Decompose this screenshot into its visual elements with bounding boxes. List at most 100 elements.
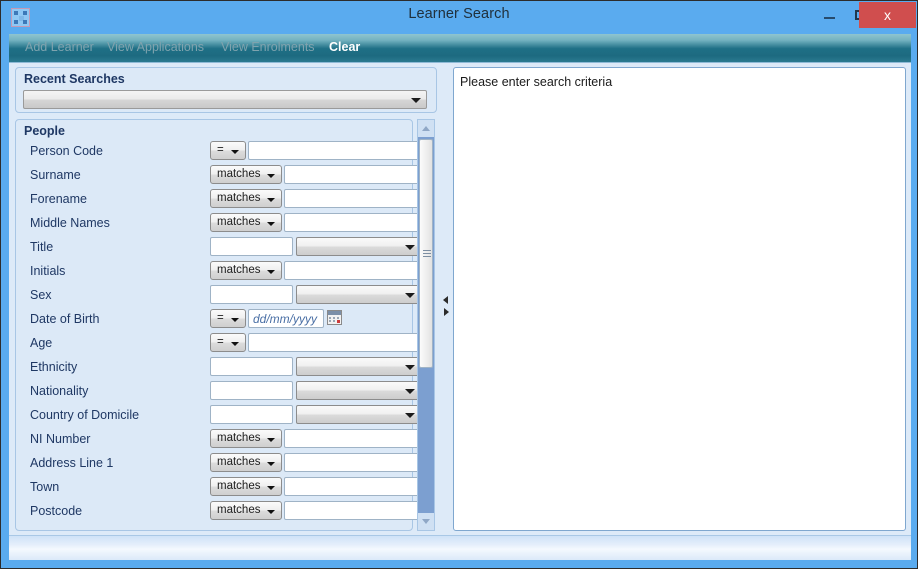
operator-select-postcode[interactable]: matches [210,501,282,520]
field-row-nationality: Nationality [16,380,421,404]
search-criteria-panel: Recent Searches People Person Code = Surna… [15,67,437,531]
results-message: Please enter search criteria [460,75,613,89]
chevron-down-icon [405,412,415,418]
operator-label-forename: matches [217,192,261,204]
chevron-down-icon [267,462,275,466]
field-input-surname[interactable] [284,165,421,184]
toolbar-item-clear[interactable]: Clear [329,40,360,54]
scrollbar-thumb[interactable] [419,139,433,368]
operator-label-person-code: = [217,144,224,156]
operator-select-ni-number[interactable]: matches [210,429,282,448]
chevron-down-icon [422,519,430,524]
toolbar-item-view-applications: View Applications [107,40,205,54]
main-toolbar: Add Learner View Applications View Enrolme… [9,34,911,63]
lookup-combo-country-of-domicile[interactable] [296,405,421,424]
field-row-age: Age = [16,332,421,356]
field-label-age: Age [30,336,53,350]
chevron-up-icon [422,126,430,131]
operator-label-date-of-birth: = [217,312,224,324]
lookup-combo-nationality[interactable] [296,381,421,400]
operator-label-ni-number: matches [217,432,261,444]
criteria-scrollbar[interactable] [417,119,435,531]
chevron-down-icon [267,510,275,514]
operator-select-age[interactable]: = [210,333,246,352]
minimize-button[interactable] [813,2,845,28]
field-label-forename: Forename [30,192,87,206]
field-input-initials[interactable] [284,261,421,280]
chevron-down-icon [405,388,415,394]
learner-search-window: Learner Search x Add Learner View Applica… [0,0,918,569]
field-input-date-of-birth[interactable]: dd/mm/yyyy [248,309,324,328]
close-button[interactable]: x [859,2,916,28]
field-label-address-line-1: Address Line 1 [30,456,114,470]
calendar-icon[interactable] [327,310,342,325]
field-row-country-of-domicile: Country of Domicile [16,404,421,428]
calendar-today-marker [337,320,340,323]
lookup-combo-ethnicity[interactable] [296,357,421,376]
recent-searches-combo[interactable] [23,90,427,109]
field-input-ethnicity[interactable] [210,357,293,376]
operator-select-address-line-1[interactable]: matches [210,453,282,472]
calendar-dot [333,320,335,322]
field-input-sex[interactable] [210,285,293,304]
scroll-up-button[interactable] [418,120,434,137]
operator-label-middle-names: matches [217,216,261,228]
scroll-down-button[interactable] [418,513,434,530]
field-input-ni-number[interactable] [284,429,421,448]
operator-select-forename[interactable]: matches [210,189,282,208]
field-label-sex: Sex [30,288,52,302]
lookup-combo-sex[interactable] [296,285,421,304]
operator-select-initials[interactable]: matches [210,261,282,280]
window-title: Learner Search [408,6,510,22]
chevron-down-icon [405,364,415,370]
operator-select-town[interactable]: matches [210,477,282,496]
search-results-panel[interactable]: Please enter search criteria [453,67,906,531]
field-input-nationality[interactable] [210,381,293,400]
field-input-town[interactable] [284,477,421,496]
panel-splitter[interactable] [441,67,451,531]
recent-searches-title: Recent Searches [24,72,125,86]
field-label-postcode: Postcode [30,504,83,518]
calendar-dot [337,317,339,319]
field-input-middle-names[interactable] [284,213,421,232]
field-input-postcode[interactable] [284,501,421,520]
field-input-forename[interactable] [284,189,421,208]
field-input-address-line-1[interactable] [284,453,421,472]
operator-select-date-of-birth[interactable]: = [210,309,246,328]
field-input-person-code[interactable] [248,141,421,160]
status-bar [9,535,911,560]
lookup-combo-title[interactable] [296,237,421,256]
operator-select-surname[interactable]: matches [210,165,282,184]
field-label-date-of-birth: Date of Birth [30,312,100,326]
toolbar-item-view-enrolments: View Enrolments [221,40,315,54]
field-label-middle-names: Middle Names [30,216,110,230]
chevron-right-icon [444,308,449,316]
operator-select-middle-names[interactable]: matches [210,213,282,232]
chevron-left-icon [443,296,448,304]
title-bar: Learner Search x [1,1,917,34]
toolbar-item-add-learner: Add Learner [25,40,94,54]
chevron-down-icon [267,198,275,202]
field-row-middle-names: Middle Names matches [16,212,421,236]
field-label-initials: Initials [30,264,66,278]
operator-select-person-code[interactable]: = [210,141,246,160]
field-label-town: Town [30,480,60,494]
chevron-down-icon [231,150,239,154]
client-area: Recent Searches People Person Code = Surna… [9,63,911,535]
field-row-ethnicity: Ethnicity [16,356,421,380]
splitter-collapse-arrows[interactable] [443,296,450,318]
field-label-title: Title [30,240,54,254]
chevron-down-icon [267,174,275,178]
field-input-age[interactable] [248,333,421,352]
operator-label-address-line-1: matches [217,456,261,468]
field-input-country-of-domicile[interactable] [210,405,293,424]
field-input-title[interactable] [210,237,293,256]
chevron-down-icon [267,222,275,226]
field-row-person-code: Person Code = [16,140,421,164]
calendar-header [328,311,341,315]
field-row-title: Title [16,236,421,260]
field-row-ni-number: NI Number matches [16,428,421,452]
chevron-down-icon [231,342,239,346]
scrollbar-grip-icon [423,249,431,258]
operator-label-postcode: matches [217,504,261,516]
